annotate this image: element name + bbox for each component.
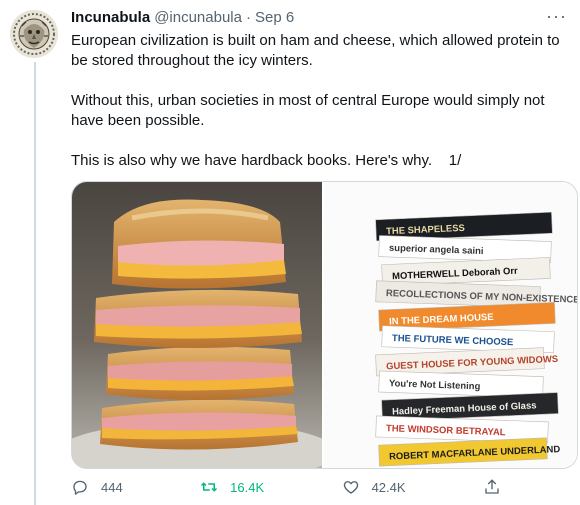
heart-icon	[343, 481, 358, 494]
book-stack-photo-icon: THE SHAPELESSsuperior angela sainiMOTHER…	[324, 182, 577, 468]
tweet-paragraph-3: This is also why we have hardback books.…	[71, 152, 462, 169]
ham-cheese-sandwich-photo-icon	[72, 182, 322, 468]
like-count: 42.4K	[371, 479, 406, 495]
thread-connector-line	[34, 62, 36, 505]
tweet-header: Incunabula @incunabula · Sep 6	[71, 8, 571, 28]
header-separator: ·	[245, 9, 251, 26]
retweet-icon	[201, 482, 218, 492]
author-name[interactable]: Incunabula	[71, 8, 150, 28]
share-icon	[485, 479, 499, 494]
share-button[interactable]	[483, 478, 501, 496]
tweet-date[interactable]: Sep 6	[255, 8, 294, 28]
engraved-face-avatar-icon	[10, 10, 58, 58]
retweet-button[interactable]: 16.4K	[200, 478, 264, 496]
media-image-sandwich[interactable]	[72, 182, 322, 468]
like-button[interactable]: 42.4K	[342, 478, 406, 496]
more-options-icon[interactable]: ···	[546, 7, 567, 25]
tweet-actions: 444 16.4K 42.4K	[71, 478, 501, 496]
tweet-body: Incunabula @incunabula · Sep 6 ··· Europ…	[71, 7, 571, 171]
tweet-paragraph-1: European civilization is built on ham an…	[71, 32, 560, 69]
tweet-text: European civilization is built on ham an…	[71, 31, 571, 171]
reply-icon	[73, 480, 87, 495]
reply-count: 444	[101, 479, 123, 495]
author-handle[interactable]: @incunabula	[154, 8, 242, 28]
retweet-count: 16.4K	[230, 479, 265, 495]
avatar[interactable]	[10, 10, 58, 58]
tweet-paragraph-2: Without this, urban societies in most of…	[71, 92, 545, 129]
tweet-media: THE SHAPELESS superior angela saini MOTHER…	[71, 181, 578, 469]
reply-button[interactable]: 444	[71, 478, 123, 496]
media-image-books[interactable]: THE SHAPELESS superior angela saini MOTHER…	[322, 182, 577, 468]
